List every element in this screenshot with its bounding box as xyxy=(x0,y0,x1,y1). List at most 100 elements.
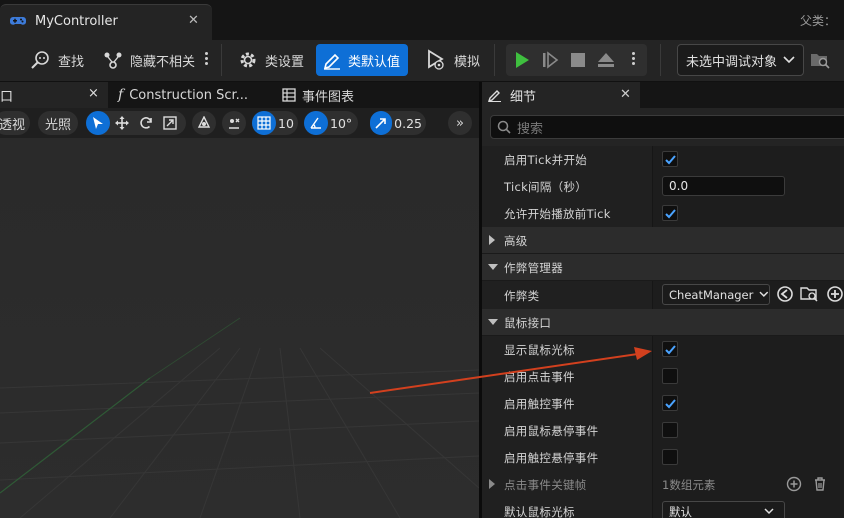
property-row: Tick间隔（秒） 0.0 xyxy=(482,173,844,200)
chevron-down-icon xyxy=(764,508,774,515)
search-placeholder: 搜索 xyxy=(517,121,544,137)
tick-before-begin-play-checkbox[interactable] xyxy=(662,205,678,221)
simulate-button[interactable]: 模拟 xyxy=(418,44,486,76)
find-label: 查找 xyxy=(58,54,85,70)
play-controls xyxy=(506,44,647,76)
enable-click-events-checkbox[interactable] xyxy=(662,368,678,384)
browse-debug-object-button[interactable] xyxy=(810,50,830,73)
class-settings-button[interactable]: 类设置 xyxy=(231,44,310,76)
scale-tool-button[interactable] xyxy=(158,111,182,135)
pencil-icon xyxy=(323,53,340,70)
tab-viewport[interactable]: 口 × xyxy=(0,82,108,108)
expand-arrow-icon[interactable] xyxy=(489,479,495,489)
document-tab-title: MyController xyxy=(35,14,118,29)
close-tab-button[interactable]: ✕ xyxy=(188,13,199,28)
play-button[interactable] xyxy=(508,44,536,76)
hide-unrelated-button[interactable]: 隐藏不相关 xyxy=(96,44,201,76)
grid-snap-group[interactable]: 10 xyxy=(252,111,298,135)
rotate-tool-button[interactable] xyxy=(134,111,158,135)
scale-snap-group[interactable]: 0.25 xyxy=(370,111,426,135)
enable-touch-events-checkbox[interactable] xyxy=(662,395,678,411)
find-button[interactable]: 查找 xyxy=(24,44,90,76)
use-selected-asset-icon[interactable] xyxy=(776,285,794,303)
property-label-cell: 启用触控悬停事件 xyxy=(482,444,653,471)
add-element-icon[interactable] xyxy=(786,476,802,492)
viewport-overflow-button[interactable]: » xyxy=(448,111,472,135)
toolbar-divider xyxy=(494,44,495,76)
checkmark-icon xyxy=(665,155,676,165)
start-with-tick-checkbox[interactable] xyxy=(662,151,678,167)
property-label-cell: 启用Tick并开始 xyxy=(482,146,653,173)
property-label-cell: 启用点击事件 xyxy=(482,363,653,390)
pencil-icon xyxy=(488,90,501,102)
enable-mouse-over-events-checkbox[interactable] xyxy=(662,422,678,438)
cursor-icon xyxy=(93,117,103,129)
step-icon xyxy=(543,51,559,69)
angle-icon xyxy=(310,117,321,129)
class-defaults-button[interactable]: 类默认值 xyxy=(316,44,408,76)
nodes-icon xyxy=(104,52,122,69)
expand-arrow-icon[interactable] xyxy=(489,235,495,245)
show-mouse-cursor-checkbox[interactable] xyxy=(662,341,678,357)
tab-event-graph-label: 事件图表 xyxy=(302,89,355,105)
create-new-icon[interactable] xyxy=(826,285,844,303)
category-row-mouse-interface[interactable]: 鼠标接口 xyxy=(482,309,844,336)
close-details-tab-icon[interactable]: ✕ xyxy=(620,87,631,102)
simulate-label: 模拟 xyxy=(454,54,481,70)
grid-snap-value: 10 xyxy=(278,115,294,131)
more-options-icon[interactable] xyxy=(203,50,209,70)
function-icon: f xyxy=(118,87,124,103)
rotation-snap-toggle[interactable] xyxy=(304,111,328,135)
checkmark-icon xyxy=(665,345,676,355)
surface-snap-button[interactable] xyxy=(222,111,246,135)
category-row-cheat-manager[interactable]: 作弊管理器 xyxy=(482,254,844,281)
scale-snap-toggle[interactable] xyxy=(370,111,393,135)
viewport-canvas[interactable] xyxy=(0,138,479,518)
document-tab[interactable]: MyController ✕ xyxy=(0,4,212,40)
class-settings-label: 类设置 xyxy=(265,54,305,70)
browse-asset-icon[interactable] xyxy=(800,285,818,303)
rotation-snap-group[interactable]: 10° xyxy=(304,111,358,135)
debug-object-select[interactable]: 未选中调试对象 xyxy=(677,44,804,76)
trash-icon[interactable] xyxy=(812,476,828,492)
perspective-button[interactable]: 透视 xyxy=(0,111,30,135)
property-label: 默认鼠标光标 xyxy=(504,505,575,518)
property-label: 启用鼠标悬停事件 xyxy=(504,424,599,438)
scale-snap-value: 0.25 xyxy=(394,115,422,131)
tab-construction-script[interactable]: f Construction Scr... xyxy=(118,82,278,108)
property-label: 作弊类 xyxy=(504,289,540,303)
lighting-button[interactable]: 光照 xyxy=(38,111,78,135)
scale-snap-icon xyxy=(375,118,386,129)
find-icon xyxy=(31,51,49,69)
enable-touch-over-events-checkbox[interactable] xyxy=(662,449,678,465)
eject-button[interactable] xyxy=(592,44,620,76)
default-mouse-cursor-select[interactable]: 默认 xyxy=(662,501,785,518)
coordinate-space-button[interactable] xyxy=(192,111,216,135)
tab-details[interactable]: 细节 ✕ xyxy=(482,82,640,108)
tab-viewport-label-fragment: 口 xyxy=(0,90,14,105)
translate-tool-button[interactable] xyxy=(110,111,134,135)
select-tool-button[interactable] xyxy=(86,111,110,135)
details-search-input[interactable]: 搜索 xyxy=(490,115,844,139)
property-value-cell xyxy=(653,146,844,173)
tick-interval-input[interactable]: 0.0 xyxy=(662,176,785,196)
grid-icon xyxy=(257,116,271,130)
close-viewport-tab-icon[interactable]: × xyxy=(88,86,99,101)
details-tab-strip: 细节 ✕ xyxy=(482,82,844,108)
play-options-icon[interactable] xyxy=(630,50,636,70)
surface-snap-icon xyxy=(229,118,240,129)
collapse-arrow-icon[interactable] xyxy=(488,319,498,325)
category-label: 作弊管理器 xyxy=(504,261,563,275)
property-label-cell: 作弊类 xyxy=(482,281,653,309)
stop-button[interactable] xyxy=(564,44,592,76)
cheat-class-select[interactable]: CheatManager xyxy=(662,284,770,305)
perspective-label: 透视 xyxy=(0,117,25,133)
step-button[interactable] xyxy=(536,44,564,76)
grid-snap-toggle[interactable] xyxy=(252,111,276,135)
collapse-arrow-icon[interactable] xyxy=(488,264,498,270)
rotation-snap-value: 10° xyxy=(330,115,353,131)
category-row-advanced[interactable]: 高级 xyxy=(482,227,844,254)
tab-event-graph[interactable]: 事件图表 xyxy=(282,82,422,108)
play-icon xyxy=(516,52,529,68)
chevron-down-icon xyxy=(783,56,795,64)
